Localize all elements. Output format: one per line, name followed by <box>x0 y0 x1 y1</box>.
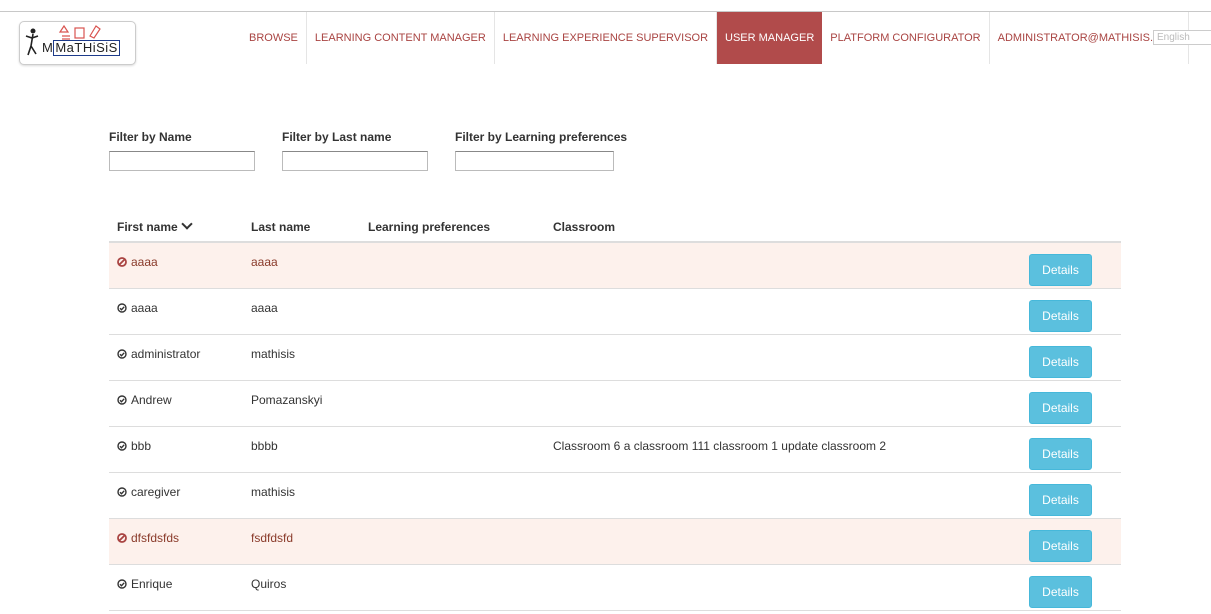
nav-user-manager[interactable]: USER MANAGER <box>717 12 823 64</box>
first-name-text: bbb <box>131 439 152 453</box>
filter-prefs-input[interactable] <box>455 151 614 171</box>
table-row: aaaa aaaa Details <box>109 289 1121 335</box>
mathisis-logo[interactable]: M MaTHiSiS <box>19 21 136 65</box>
details-button[interactable]: Details <box>1029 484 1092 516</box>
last-name-cell: mathisis <box>251 347 296 361</box>
filter-name: Filter by Name <box>109 130 255 171</box>
table-row: bbb bbbb Classroom 6 a classroom 111 class… <box>109 427 1121 473</box>
last-name-cell: bbbb <box>251 439 278 453</box>
filter-name-input[interactable] <box>109 151 255 171</box>
nav-learning-experience-supervisor[interactable]: LEARNING EXPERIENCE SUPERVISOR <box>495 12 718 64</box>
table-body: aaaa aaaa Details aaaa aaaa Details administra… <box>109 243 1121 611</box>
nav-browse[interactable]: BROWSE <box>241 12 307 64</box>
details-button[interactable]: Details <box>1029 300 1092 332</box>
first-name-cell: bbb <box>117 439 151 453</box>
check-circle-icon <box>117 578 127 589</box>
header-first-name[interactable]: First name <box>117 218 193 234</box>
last-name-cell: mathisis <box>251 485 296 499</box>
last-name-cell: aaaa <box>251 255 278 269</box>
filter-lastname-input[interactable] <box>282 151 428 171</box>
table-row: aaaa aaaa Details <box>109 243 1121 289</box>
filter-lastname-label: Filter by Last name <box>282 130 392 144</box>
classroom-cell: Classroom 6 a classroom 111 classroom 1 … <box>553 439 887 453</box>
first-name-cell: dfsfdsfds <box>117 531 179 545</box>
first-name-text: aaaa <box>131 301 158 315</box>
table-row: administrator mathisis Details <box>109 335 1121 381</box>
first-name-cell: aaaa <box>117 255 158 269</box>
last-name-cell: fsdfdsfd <box>251 531 294 545</box>
table-header: First name Last name Learning preference… <box>109 210 1121 243</box>
check-circle-icon <box>117 302 127 313</box>
filter-prefs-label: Filter by Learning preferences <box>455 130 628 144</box>
table-row: Andrew Pomazanskyi Details <box>109 381 1121 427</box>
last-name-cell: aaaa <box>251 301 278 315</box>
table-row: caregiver mathisis Details <box>109 473 1121 519</box>
nav-platform-configurator[interactable]: PLATFORM CONFIGURATOR <box>822 12 990 64</box>
filter-learning-preferences: Filter by Learning preferences <box>455 130 628 171</box>
details-button[interactable]: Details <box>1029 254 1092 286</box>
users-table: First name Last name Learning preference… <box>109 210 1121 611</box>
first-name-text: caregiver <box>131 485 181 499</box>
filter-lastname: Filter by Last name <box>282 130 428 171</box>
first-name-text: aaaa <box>131 255 158 269</box>
header-last-name[interactable]: Last name <box>251 220 310 234</box>
table-row: Enrique Quiros Details <box>109 565 1121 611</box>
details-button[interactable]: Details <box>1029 392 1092 424</box>
check-circle-icon <box>117 348 127 359</box>
first-name-text: dfsfdsfds <box>131 531 180 545</box>
check-circle-icon <box>117 394 127 405</box>
navbar: M MaTHiSiS BROWSE LEARNING CONTENT MANAGE… <box>0 12 1211 65</box>
first-name-text: administrator <box>131 347 201 361</box>
language-select[interactable]: English <box>1153 30 1211 45</box>
first-name-text: Andrew <box>131 393 172 407</box>
header-classroom[interactable]: Classroom <box>553 220 615 234</box>
header-learning-preferences[interactable]: Learning preferences <box>368 220 490 234</box>
last-name-cell: Pomazanskyi <box>251 393 323 407</box>
first-name-cell: caregiver <box>117 485 180 499</box>
first-name-cell: aaaa <box>117 301 158 315</box>
sort-chevron-down-icon <box>181 218 193 230</box>
check-circle-icon <box>117 486 127 497</box>
check-circle-icon <box>117 440 127 451</box>
ban-icon <box>117 256 127 267</box>
details-button[interactable]: Details <box>1029 576 1092 608</box>
filter-name-label: Filter by Name <box>109 130 192 144</box>
first-name-cell: administrator <box>117 347 200 361</box>
nav-learning-content-manager[interactable]: LEARNING CONTENT MANAGER <box>307 12 495 64</box>
details-button[interactable]: Details <box>1029 346 1092 378</box>
main-nav: BROWSE LEARNING CONTENT MANAGER LEARNING… <box>241 12 1190 64</box>
table-row: dfsfdsfds fsdfdsfd Details <box>109 519 1121 565</box>
last-name-cell: Quiros <box>251 577 287 591</box>
details-button[interactable]: Details <box>1029 530 1092 562</box>
ban-icon <box>117 532 127 543</box>
first-name-cell: Enrique <box>117 577 172 591</box>
first-name-text: Enrique <box>131 577 173 591</box>
logo-text: M MaTHiSiS <box>42 40 120 56</box>
details-button[interactable]: Details <box>1029 438 1092 470</box>
first-name-cell: Andrew <box>117 393 172 407</box>
